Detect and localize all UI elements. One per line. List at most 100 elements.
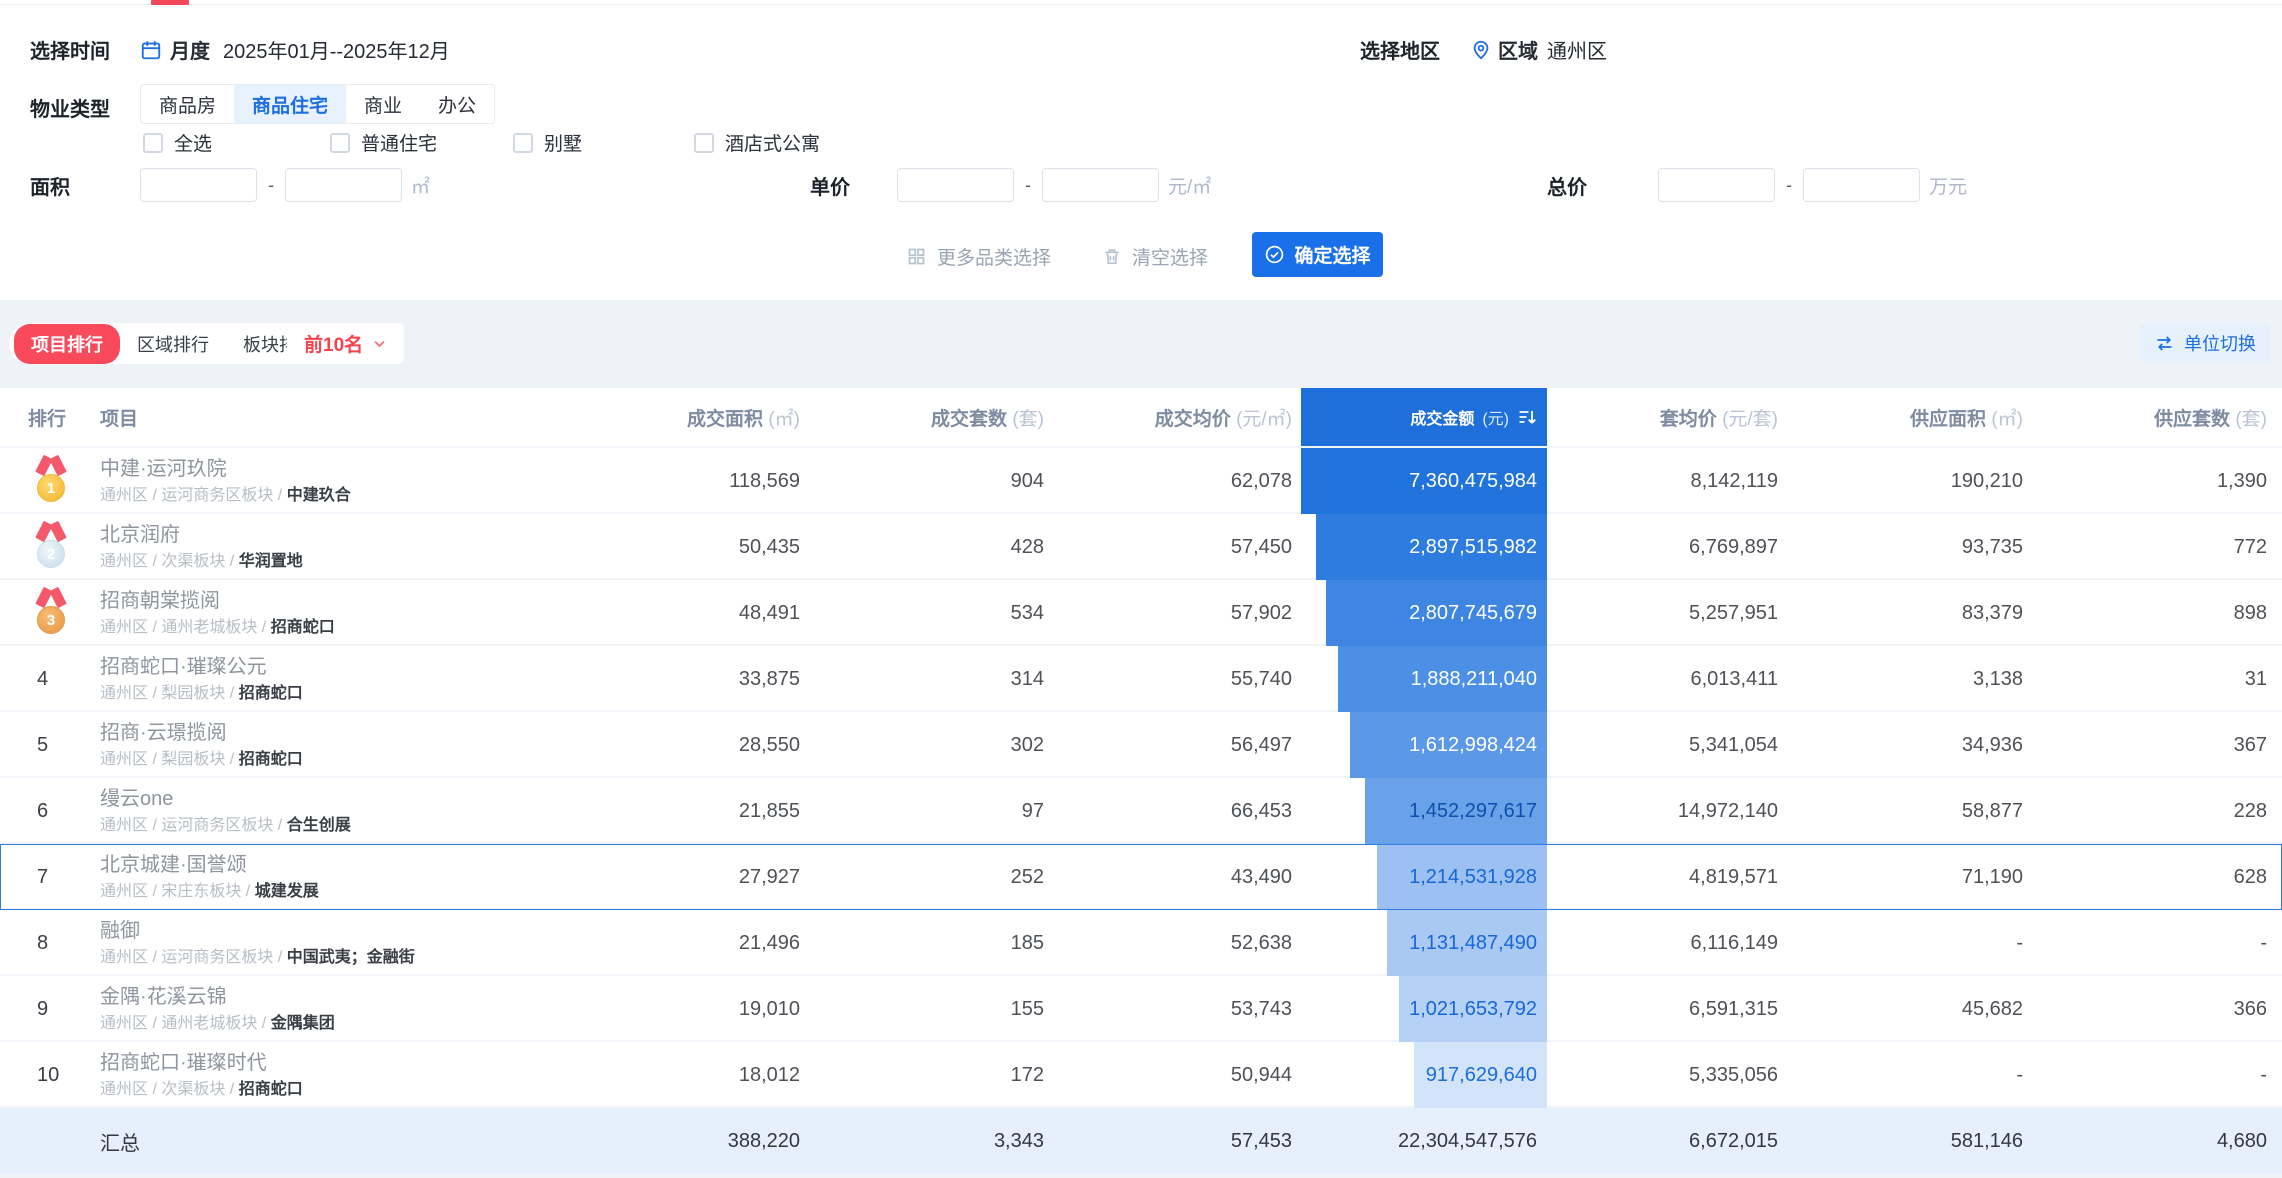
deal-units-cell: 302 <box>1010 733 1044 756</box>
ranking-tab[interactable]: 区域排行 <box>120 324 226 364</box>
project-name[interactable]: 缦云one <box>100 787 560 811</box>
unit-avg-price-cell: 6,591,315 <box>1689 997 1778 1020</box>
checkbox-label: 别墅 <box>544 134 583 155</box>
deal-units-cell: 172 <box>1010 1063 1044 1086</box>
checkbox-label: 全选 <box>174 134 213 155</box>
clear-selection-button[interactable]: 清空选择 <box>1102 243 1208 270</box>
region-scope-toggle[interactable]: 区域 <box>1498 35 1538 64</box>
project-name[interactable]: 融御 <box>100 919 560 943</box>
table-row[interactable]: 9 金隅·花溪云锦 通州区 / 通州老城板块 / 金隅集团 19,010 155 53,7… <box>0 976 2282 1042</box>
unit-avg-price-cell: 8,142,119 <box>1690 469 1779 492</box>
total-price-range-group: 总价 - 万元 <box>1547 168 1967 202</box>
checkbox-box[interactable] <box>330 132 350 153</box>
deal-amount-cell: 1,021,653,792 <box>1292 976 1547 1042</box>
project-cell: 北京城建·国誉颂 通州区 / 宋庄东板块 / 城建发展 <box>100 853 560 901</box>
confirm-selection-button[interactable]: 确定选择 <box>1252 232 1383 277</box>
project-name[interactable]: 招商朝棠揽阅 <box>100 589 560 613</box>
total-price-max-input[interactable] <box>1803 168 1920 202</box>
project-name[interactable]: 北京润府 <box>100 523 560 547</box>
project-path: 通州区 / 次渠板块 / 华润置地 <box>100 552 303 570</box>
project-path: 通州区 / 运河商务区板块 / 合生创展 <box>100 816 351 834</box>
rank-cell: 3 <box>24 586 100 639</box>
rank-cell: 5 <box>24 734 100 757</box>
area-min-input[interactable] <box>140 168 257 202</box>
deal-avg-price-cell: 56,497 <box>1230 733 1292 756</box>
range-dash: - <box>1025 174 1031 195</box>
col-header-supply-units[interactable]: 供应套数 (套) <box>2023 404 2267 431</box>
area-max-input[interactable] <box>285 168 402 202</box>
summary-unit-avg-price: 6,672,015 <box>1689 1129 1778 1152</box>
project-name[interactable]: 招商·云璟揽阅 <box>100 721 560 745</box>
unit-price-min-input[interactable] <box>897 168 1014 202</box>
col-header-unit-avg-price[interactable]: 套均价 (元/套) <box>1547 404 1778 431</box>
checkbox-box[interactable] <box>694 132 714 153</box>
col-header-supply-area[interactable]: 供应面积 (㎡) <box>1778 404 2023 431</box>
deal-amount-bar: 1,131,487,490 <box>1387 910 1547 976</box>
table-row[interactable]: 1 中建·运河玖院 通州区 / 运河商务区板块 / 中建玖合 118,569 904 62… <box>0 448 2282 514</box>
total-price-label: 总价 <box>1547 176 1587 199</box>
developer-name: 中建玖合 <box>286 486 351 504</box>
project-name[interactable]: 中建·运河玖院 <box>100 457 560 481</box>
table-body: 1 中建·运河玖院 通州区 / 运河商务区板块 / 中建玖合 118,569 904 62… <box>0 448 2282 1108</box>
deal-area-cell: 27,927 <box>738 865 800 888</box>
developer-name: 招商蛇口 <box>238 684 303 702</box>
unit-avg-price-cell: 5,341,054 <box>1689 733 1778 756</box>
col-header-deal-units[interactable]: 成交套数 (套) <box>800 404 1044 431</box>
time-range-value[interactable]: 2025年01月--2025年12月 <box>223 35 450 64</box>
trash-icon <box>1105 249 1119 264</box>
developer-name: 金隅集团 <box>270 1014 335 1032</box>
table-row[interactable]: 8 融御 通州区 / 运河商务区板块 / 中国武夷；金融街 21,496 185 52,6… <box>0 910 2282 976</box>
table-row[interactable]: 10 招商蛇口·璀璨时代 通州区 / 次渠板块 / 招商蛇口 18,012 172 50,… <box>0 1042 2282 1108</box>
project-cell: 金隅·花溪云锦 通州区 / 通州老城板块 / 金隅集团 <box>100 985 560 1033</box>
table-row[interactable]: 2 北京润府 通州区 / 次渠板块 / 华润置地 50,435 428 57,450 2,8… <box>0 514 2282 580</box>
deal-area-cell: 21,496 <box>738 931 800 954</box>
col-header-deal-avg-price[interactable]: 成交均价 (元/㎡) <box>1044 404 1292 431</box>
deal-avg-price-cell: 66,453 <box>1230 799 1292 822</box>
unit-switch-button[interactable]: 单位切换 <box>2140 323 2270 363</box>
top-n-dropdown[interactable]: 前10名 <box>287 323 405 364</box>
project-name[interactable]: 招商蛇口·璀璨公元 <box>100 655 560 679</box>
table-row[interactable]: 3 招商朝棠揽阅 通州区 / 通州老城板块 / 招商蛇口 48,491 534 57,90… <box>0 580 2282 646</box>
supply-area-cell: 45,682 <box>1961 997 2023 1020</box>
unit-price-max-input[interactable] <box>1042 168 1159 202</box>
subtype-checkbox[interactable]: 全选 <box>143 129 212 156</box>
subtype-checkbox[interactable]: 别墅 <box>513 129 582 156</box>
deal-units-cell: 428 <box>1010 535 1044 558</box>
summary-deal-units: 3,343 <box>993 1129 1044 1152</box>
unit-avg-price-cell: 14,972,140 <box>1677 799 1778 822</box>
supply-area-cell: 83,379 <box>1961 601 2023 624</box>
deal-amount-cell: 1,452,297,617 <box>1292 778 1547 844</box>
table-row[interactable]: 6 缦云one 通州区 / 运河商务区板块 / 合生创展 21,855 97 66,453… <box>0 778 2282 844</box>
subtype-checkbox[interactable]: 普通住宅 <box>330 129 437 156</box>
rank-cell: 10 <box>24 1064 100 1087</box>
deal-avg-price-cell: 43,490 <box>1230 865 1292 888</box>
property-type-tab[interactable]: 商品房 <box>141 85 234 123</box>
more-categories-button[interactable]: 更多品类选择 <box>906 243 1051 270</box>
rank-cell: 7 <box>24 866 100 889</box>
time-filter-label: 选择时间 <box>30 41 110 63</box>
table-row[interactable]: 5 招商·云璟揽阅 通州区 / 梨园板块 / 招商蛇口 28,550 302 56,497… <box>0 712 2282 778</box>
col-header-deal-area[interactable]: 成交面积 (㎡) <box>560 404 800 431</box>
project-name[interactable]: 招商蛇口·璀璨时代 <box>100 1051 560 1075</box>
rank-cell: 8 <box>24 932 100 955</box>
checkbox-box[interactable] <box>513 132 533 153</box>
property-type-tab[interactable]: 商品住宅 <box>234 85 347 123</box>
table-row[interactable]: 7 北京城建·国誉颂 通州区 / 宋庄东板块 / 城建发展 27,927 252 43,4… <box>0 844 2282 910</box>
region-value[interactable]: 通州区 <box>1547 35 1607 64</box>
time-mode-toggle[interactable]: 月度 <box>170 35 210 64</box>
property-type-tab[interactable]: 办公 <box>420 85 494 123</box>
deal-units-cell: 534 <box>1010 601 1044 624</box>
checkbox-box[interactable] <box>143 132 163 153</box>
col-header-deal-amount[interactable]: 成交金额 (元) <box>1292 388 1547 446</box>
subtype-checkbox[interactable]: 酒店式公寓 <box>694 129 820 156</box>
project-name[interactable]: 北京城建·国誉颂 <box>100 853 560 877</box>
property-type-tab[interactable]: 商业 <box>346 85 420 123</box>
unit-price-label: 单价 <box>810 176 850 199</box>
table-row[interactable]: 4 招商蛇口·璀璨公元 通州区 / 梨园板块 / 招商蛇口 33,875 314 55,7… <box>0 646 2282 712</box>
developer-name: 华润置地 <box>238 552 303 570</box>
ranking-section: 项目排行 区域排行 板块排行 前10名 单位切换 排行 项目 成交面积 (㎡) 成交… <box>0 300 2282 1178</box>
ranking-tab[interactable]: 项目排行 <box>14 323 120 364</box>
deal-units-cell: 314 <box>1010 667 1044 690</box>
total-price-min-input[interactable] <box>1658 168 1775 202</box>
project-name[interactable]: 金隅·花溪云锦 <box>100 985 560 1009</box>
